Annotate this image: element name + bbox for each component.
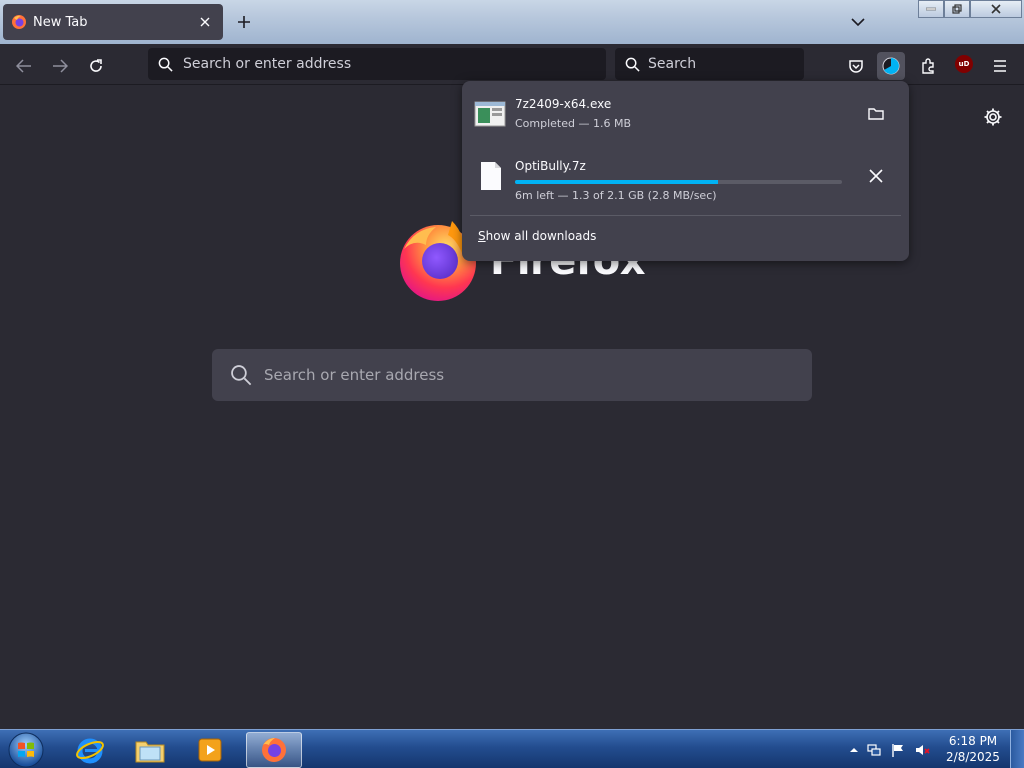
- windows-taskbar: 6:18 PM 2/8/2025: [0, 729, 1024, 768]
- download-progress-bar: [515, 180, 842, 184]
- search-placeholder: Search: [648, 56, 697, 72]
- minimize-icon: [926, 7, 936, 11]
- window-controls: [918, 0, 1022, 18]
- close-tab-icon[interactable]: [195, 12, 215, 32]
- list-all-tabs-button[interactable]: [846, 10, 870, 34]
- navigation-toolbar: Search or enter address Search uD: [0, 44, 1024, 85]
- downloads-panel: 7z2409-x64.exe Completed — 1.6 MB OptiBu…: [462, 81, 909, 261]
- action-center-flag-icon[interactable]: [890, 742, 906, 758]
- download-name: OptiBully.7z: [515, 159, 586, 173]
- chevron-down-icon: [851, 18, 865, 27]
- taskbar-windows-explorer[interactable]: [122, 732, 178, 768]
- start-button[interactable]: [6, 731, 46, 768]
- app-menu-button[interactable]: [986, 52, 1014, 80]
- download-name: 7z2409-x64.exe: [515, 97, 612, 111]
- folder-icon: [868, 108, 884, 120]
- hamburger-menu-icon: [994, 60, 1006, 72]
- newtab-search-placeholder: Search or enter address: [264, 366, 445, 384]
- show-in-folder-button[interactable]: [863, 101, 889, 127]
- newtab-search-box[interactable]: Search or enter address: [212, 349, 812, 401]
- minimize-button[interactable]: [918, 0, 944, 18]
- reload-icon: [90, 59, 102, 72]
- close-window-button[interactable]: [970, 0, 1022, 18]
- new-tab-button[interactable]: [232, 10, 256, 34]
- ublock-origin-icon[interactable]: uD: [955, 55, 973, 73]
- media-player-icon: [198, 738, 222, 762]
- download-progress-icon: [882, 57, 900, 75]
- plus-icon: [238, 16, 250, 28]
- download-status: 6m left — 1.3 of 2.1 GB (2.8 MB/sec): [515, 189, 717, 202]
- search-icon: [158, 57, 173, 72]
- downloads-button[interactable]: [877, 52, 905, 80]
- reload-button[interactable]: [82, 52, 110, 80]
- back-arrow-icon: [16, 59, 31, 73]
- exe-file-icon: [474, 101, 506, 127]
- tab-strip: New Tab: [0, 0, 1024, 44]
- firefox-icon: [262, 738, 286, 762]
- clock-date: 2/8/2025: [946, 750, 1000, 764]
- taskbar-internet-explorer[interactable]: [62, 732, 118, 768]
- taskbar-media-player[interactable]: [182, 732, 238, 768]
- tab-new-tab[interactable]: New Tab: [3, 4, 223, 40]
- search-icon: [231, 365, 252, 386]
- taskbar-firefox[interactable]: [246, 732, 302, 768]
- forward-button[interactable]: [46, 52, 74, 80]
- internet-explorer-icon: [76, 738, 104, 764]
- firefox-window: New Tab Search or enter address Search u…: [0, 0, 1024, 768]
- back-button[interactable]: [10, 52, 38, 80]
- ublock-label: uD: [958, 60, 970, 68]
- close-icon: [991, 4, 1001, 14]
- folder-icon: [135, 741, 165, 763]
- show-hidden-icons-icon[interactable]: [846, 742, 862, 758]
- show-all-downloads-button[interactable]: Show all downloads: [478, 229, 596, 243]
- download-status: Completed — 1.6 MB: [515, 117, 632, 130]
- address-placeholder: Search or enter address: [183, 56, 352, 72]
- pocket-button[interactable]: [842, 52, 870, 80]
- firefox-favicon-icon: [12, 15, 26, 29]
- pocket-icon: [849, 60, 863, 73]
- show-all-label: how all downloads: [485, 229, 597, 243]
- gear-icon: [984, 108, 1002, 126]
- search-bar[interactable]: Search: [615, 48, 804, 80]
- network-icon[interactable]: [866, 742, 882, 758]
- cancel-icon: [869, 169, 883, 183]
- forward-arrow-icon: [53, 59, 68, 73]
- panel-divider: [470, 215, 901, 216]
- download-item-7z-installer[interactable]: 7z2409-x64.exe Completed — 1.6 MB: [470, 87, 901, 143]
- address-bar[interactable]: Search or enter address: [148, 48, 606, 80]
- generic-file-icon: [481, 162, 501, 190]
- accesskey-letter: S: [478, 229, 486, 243]
- download-progress-fill: [515, 180, 718, 184]
- tab-title: New Tab: [33, 14, 88, 30]
- volume-muted-icon[interactable]: [914, 742, 930, 758]
- extensions-button[interactable]: [914, 52, 942, 80]
- download-item-optibully[interactable]: OptiBully.7z 6m left — 1.3 of 2.1 GB (2.…: [470, 149, 901, 205]
- system-tray: [842, 730, 942, 768]
- customize-newtab-button[interactable]: [980, 104, 1006, 130]
- puzzle-icon: [922, 58, 934, 74]
- restore-button[interactable]: [944, 0, 970, 18]
- search-icon: [625, 57, 640, 72]
- cancel-download-button[interactable]: [863, 163, 889, 189]
- show-desktop-button[interactable]: [1010, 730, 1024, 768]
- taskbar-clock[interactable]: 6:18 PM 2/8/2025: [944, 733, 1002, 765]
- clock-time: 6:18 PM: [948, 734, 998, 748]
- restore-icon: [952, 4, 962, 14]
